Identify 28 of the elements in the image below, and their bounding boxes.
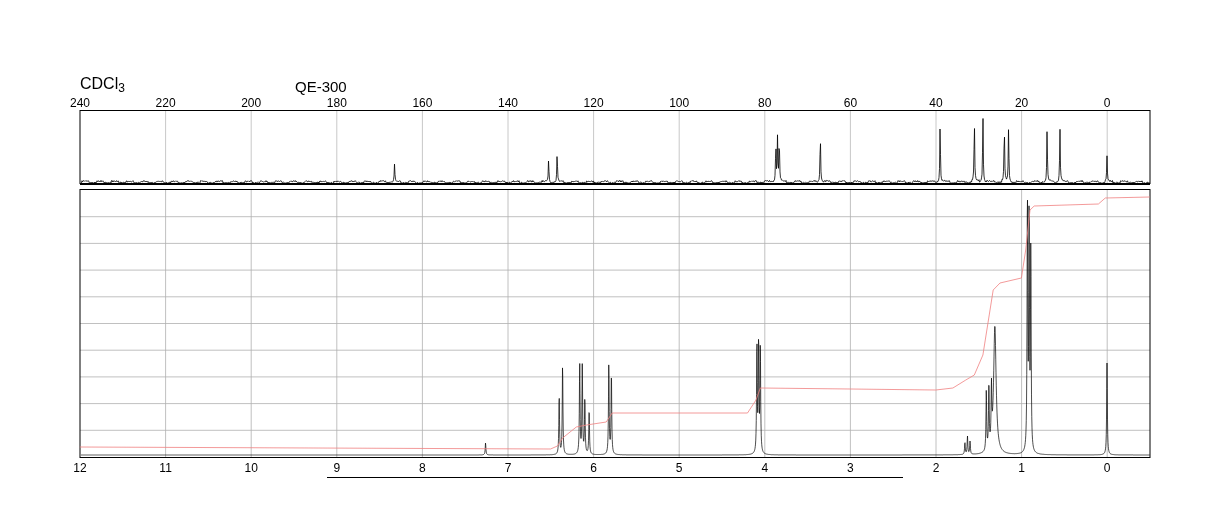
axis-tick-label: 4 [761, 461, 769, 475]
axis-tick-label: 8 [419, 461, 426, 475]
axis-tick-label: 12 [73, 461, 87, 475]
axis-tick-label: 220 [155, 96, 176, 110]
axis-tick-label: 5 [675, 461, 683, 475]
axis-tick-label: 240 [70, 96, 90, 110]
instrument-label: QE-300 [295, 79, 347, 94]
axis-tick-label: 10 [244, 461, 258, 475]
axis-tick-label: 0 [1103, 96, 1111, 110]
axis-tick-label: 1 [1018, 461, 1025, 475]
axis-tick-label: 3 [847, 461, 854, 475]
axis-tick-label: 9 [333, 461, 341, 475]
axis-tick-label: 60 [843, 96, 858, 110]
axis-tick-label: 40 [929, 96, 943, 110]
axis-tick-label: 20 [1014, 96, 1029, 110]
axis-tick-label: 80 [758, 96, 772, 110]
axis-tick-label: 140 [498, 96, 518, 110]
axis-tick-label: 160 [412, 96, 433, 110]
solvent-label: CDCl$_{3}$ [80, 76, 125, 92]
axis-tick-label: 11 [159, 461, 172, 475]
axis-tick-label: 2 [932, 461, 940, 475]
axis-tick-label: 7 [504, 461, 512, 475]
axis-tick-label: 0 [1103, 461, 1111, 475]
axis-tick-label: 100 [669, 96, 690, 110]
axis-tick-label: 180 [326, 96, 347, 110]
axis-tick-label: 6 [590, 461, 597, 475]
axis-tick-label: 200 [241, 96, 262, 110]
axis-tick-label: 120 [583, 96, 604, 110]
